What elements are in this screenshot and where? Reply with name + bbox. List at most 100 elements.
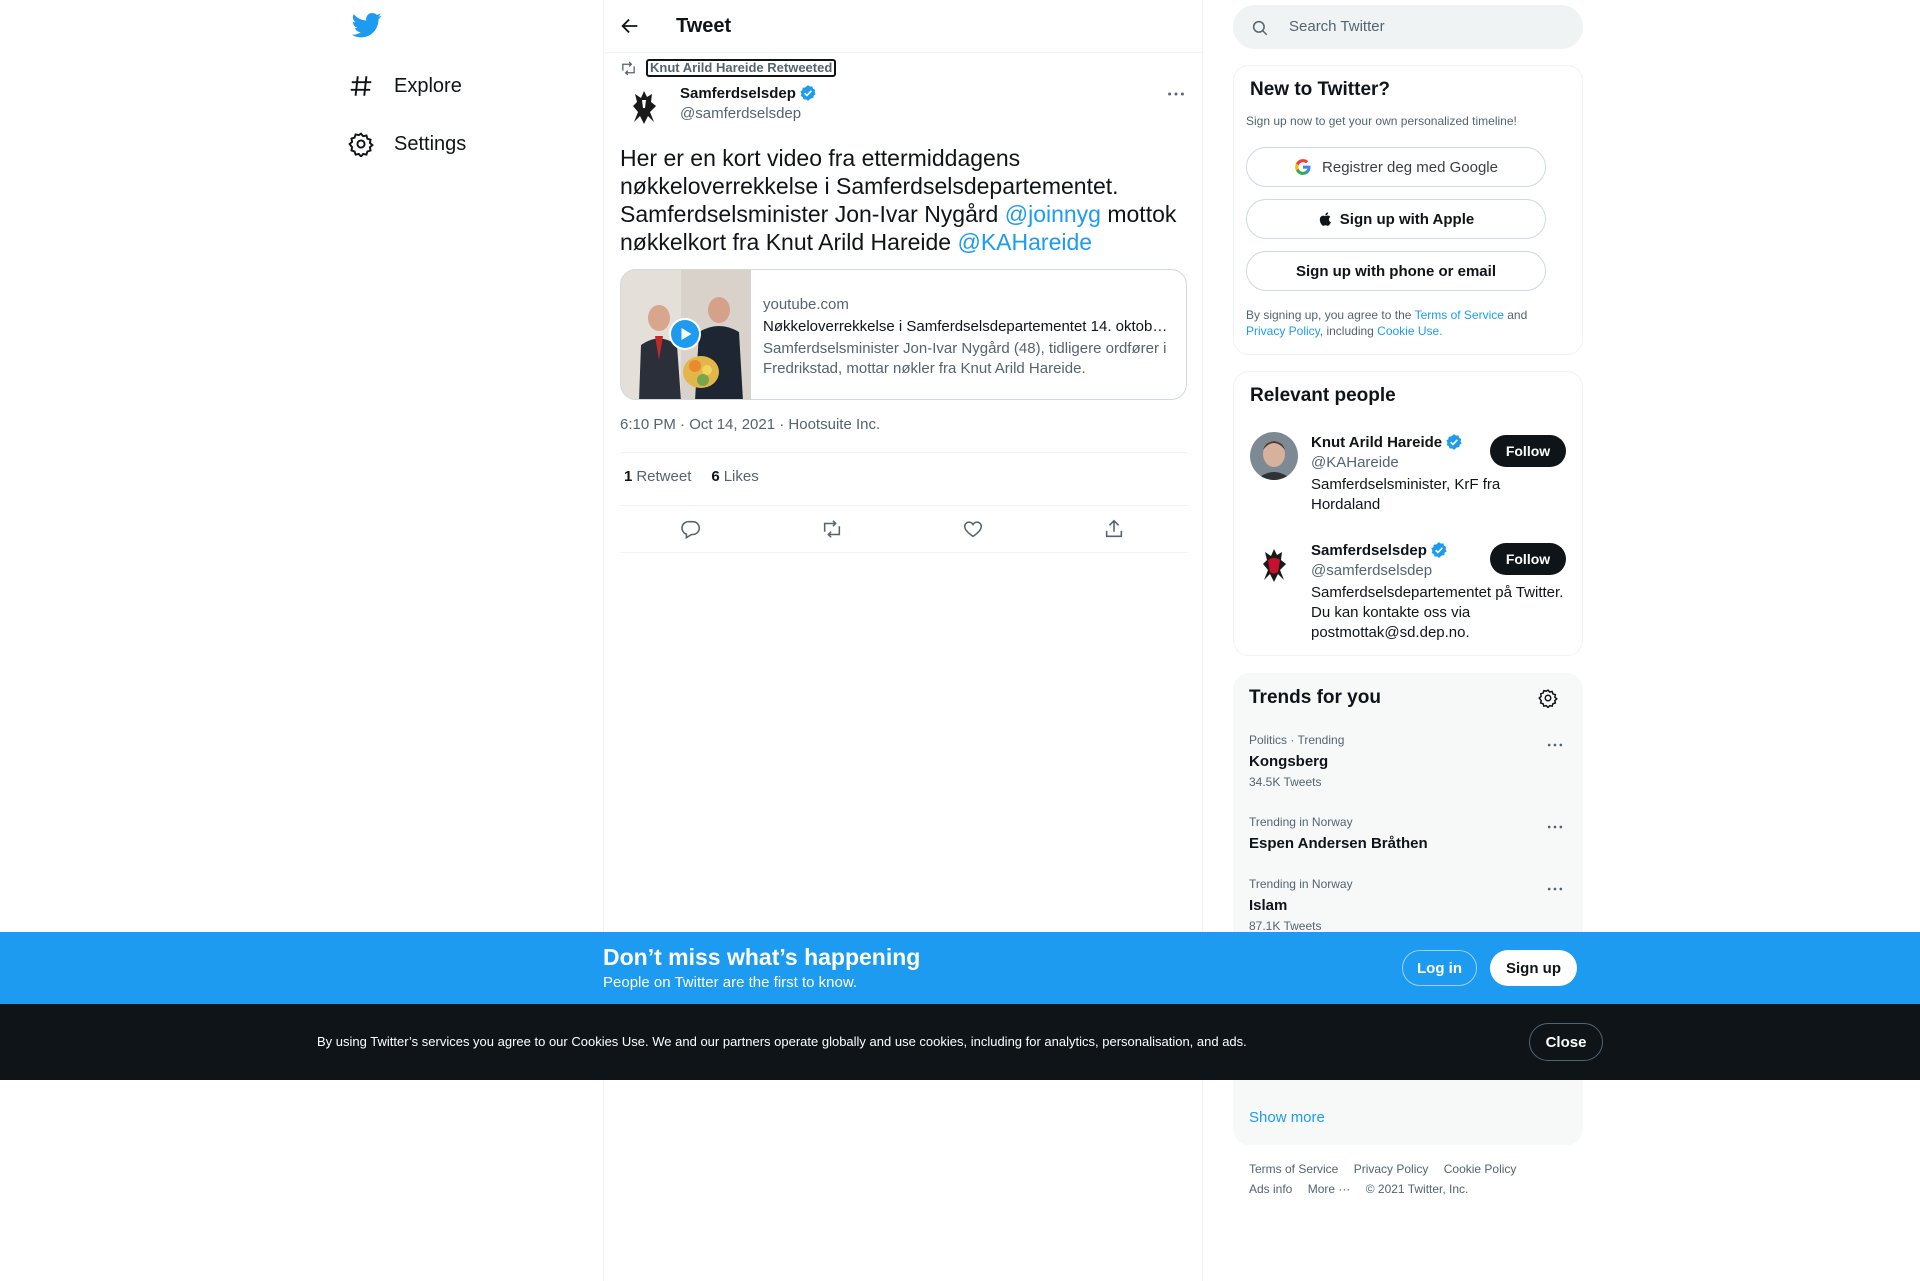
relevant-people-panel: Relevant people Knut Arild Hareide @KAHa… — [1233, 371, 1583, 656]
legal-text: By signing up, you agree to the — [1246, 308, 1415, 322]
footer-cookie-link[interactable]: Cookie Policy — [1444, 1162, 1517, 1176]
person-bio: Samferdselsdepartementet på Twitter. Du … — [1311, 584, 1564, 641]
person-handle[interactable]: @samferdselsdep — [1311, 562, 1432, 579]
main-column: Tweet Knut Arild Hareide Retweeted Samfe… — [603, 0, 1204, 1281]
author-name[interactable]: Samferdselsdep — [680, 84, 817, 102]
search-box[interactable]: Search Twitter — [1233, 5, 1583, 49]
mention-link[interactable]: @KAHareide — [957, 229, 1092, 255]
likes-stat[interactable]: 6 Likes — [711, 468, 758, 485]
trend-context: Trending in Norway — [1249, 815, 1353, 829]
retweets-count: 1 — [624, 468, 633, 485]
nav-explore-label: Explore — [394, 74, 462, 97]
login-button[interactable]: Log in — [1402, 950, 1477, 986]
nav-explore[interactable]: Explore — [348, 62, 462, 110]
divider — [620, 552, 1188, 553]
like-icon[interactable] — [962, 518, 984, 540]
trend-name: Kongsberg — [1249, 753, 1329, 770]
signup-button[interactable]: Sign up — [1490, 950, 1577, 986]
more-options-icon[interactable] — [1165, 83, 1187, 105]
relevant-people-title: Relevant people — [1250, 385, 1396, 406]
more-options-icon[interactable] — [1545, 735, 1565, 755]
footer-privacy-link[interactable]: Privacy Policy — [1354, 1162, 1429, 1176]
apple-signup-label: Sign up with Apple — [1339, 210, 1475, 228]
trend-name: Espen Andersen Bråthen — [1249, 835, 1428, 852]
terms-link[interactable]: Terms of Service — [1415, 308, 1504, 322]
search-input[interactable]: Search Twitter — [1289, 18, 1385, 35]
follow-button[interactable]: Follow — [1490, 543, 1566, 575]
author-avatar[interactable] — [620, 82, 668, 130]
banner-title: Don’t miss what’s happening — [603, 944, 921, 970]
footer-ads-link[interactable]: Ads info — [1249, 1182, 1292, 1196]
trend-context: Politics · Trending — [1249, 733, 1345, 747]
trends-settings-icon[interactable] — [1538, 688, 1558, 708]
likes-label: Likes — [723, 468, 759, 485]
legal-text: , including — [1319, 324, 1378, 338]
privacy-link[interactable]: Privacy Policy — [1246, 324, 1320, 338]
tweet-stats: 1 Retweet 6 Likes — [624, 468, 779, 485]
retweeted-by-link[interactable]: Knut Arild Hareide Retweeted — [646, 59, 837, 77]
person-name[interactable]: Knut Arild Hareide — [1311, 433, 1463, 451]
author-name-text: Samferdselsdep — [680, 84, 796, 102]
footer-links-row2: Ads info More ··· © 2021 Twitter, Inc. — [1249, 1182, 1480, 1196]
cookie-text: By using Twitter’s services you agree to… — [317, 1034, 1247, 1049]
search-icon — [1251, 19, 1269, 37]
back-arrow-icon[interactable] — [619, 15, 641, 37]
hashtag-icon — [348, 73, 374, 99]
footer-copyright: © 2021 Twitter, Inc. — [1365, 1182, 1469, 1196]
phone-signup-label: Sign up with phone or email — [1295, 262, 1496, 280]
card-domain: youtube.com — [763, 296, 849, 313]
gear-icon — [348, 131, 374, 157]
person-name-text: Samferdselsdep — [1311, 541, 1427, 559]
signup-panel-title: New to Twitter? — [1250, 79, 1391, 100]
footer-more-link[interactable]: More ··· — [1308, 1182, 1351, 1196]
divider — [620, 505, 1188, 506]
verified-badge-icon — [1430, 541, 1448, 559]
apple-signup-button[interactable]: Sign up with Apple — [1246, 199, 1546, 239]
person-bio: Samferdselsminister, KrF fra Hordaland — [1311, 476, 1501, 513]
person-name-text: Knut Arild Hareide — [1311, 433, 1443, 451]
person-avatar[interactable] — [1250, 432, 1298, 480]
tweet-header: Tweet — [604, 0, 1204, 53]
person-name[interactable]: Samferdselsdep — [1311, 541, 1448, 559]
banner-subtitle: People on Twitter are the first to know. — [603, 974, 858, 991]
card-text: youtube.com Nøkkeloverrekkelse i Samferd… — [763, 295, 1173, 379]
share-icon[interactable] — [1103, 518, 1125, 540]
google-signup-button[interactable]: Registrer deg med Google — [1246, 147, 1546, 187]
trends-title: Trends for you — [1249, 687, 1381, 708]
twitter-bird-icon[interactable] — [352, 10, 382, 40]
reply-icon[interactable] — [680, 518, 702, 540]
signup-banner: Don’t miss what’s happening People on Tw… — [0, 932, 1920, 1004]
google-icon — [1294, 158, 1312, 176]
trend-count: 87.1K Tweets — [1249, 919, 1322, 933]
verified-badge-icon — [1445, 433, 1463, 451]
play-icon[interactable] — [669, 318, 701, 350]
close-cookie-button[interactable]: Close — [1529, 1023, 1603, 1061]
person-handle[interactable]: @KAHareide — [1311, 454, 1399, 471]
tweet-actions — [620, 518, 1188, 540]
nav-settings[interactable]: Settings — [348, 120, 466, 168]
tweet-timestamp[interactable]: 6:10 PM · Oct 14, 2021 · Hootsuite Inc. — [620, 416, 880, 433]
retweets-label: Retweet — [636, 468, 692, 485]
author-handle[interactable]: @samferdselsdep — [680, 105, 801, 122]
video-thumbnail — [621, 270, 751, 399]
phone-signup-button[interactable]: Sign up with phone or email — [1246, 251, 1546, 291]
tweet-text: Her er en kort video fra ettermiddagens … — [620, 144, 1190, 256]
nav-settings-label: Settings — [394, 132, 467, 155]
retweets-stat[interactable]: 1 Retweet — [624, 468, 691, 485]
trend-context: Trending in Norway — [1249, 877, 1353, 891]
footer-terms-link[interactable]: Terms of Service — [1249, 1162, 1338, 1176]
trend-count: 34.5K Tweets — [1249, 775, 1322, 789]
card-description: Samferdselsminister Jon-Ivar Nygård (48)… — [763, 340, 1167, 377]
divider — [620, 452, 1188, 453]
link-card[interactable]: youtube.com Nøkkeloverrekkelse i Samferd… — [620, 269, 1187, 400]
follow-button[interactable]: Follow — [1490, 435, 1566, 467]
person-avatar[interactable] — [1250, 540, 1298, 588]
retweeted-by: Knut Arild Hareide Retweeted — [620, 59, 837, 77]
more-options-icon[interactable] — [1545, 879, 1565, 899]
mention-link[interactable]: @joinnyg — [1005, 201, 1101, 227]
retweet-action-icon[interactable] — [821, 518, 843, 540]
show-more-link[interactable]: Show more — [1249, 1109, 1325, 1126]
cookie-link[interactable]: Cookie Use. — [1377, 324, 1442, 338]
more-options-icon[interactable] — [1545, 817, 1565, 837]
google-signup-label: Registrer deg med Google — [1322, 158, 1498, 176]
